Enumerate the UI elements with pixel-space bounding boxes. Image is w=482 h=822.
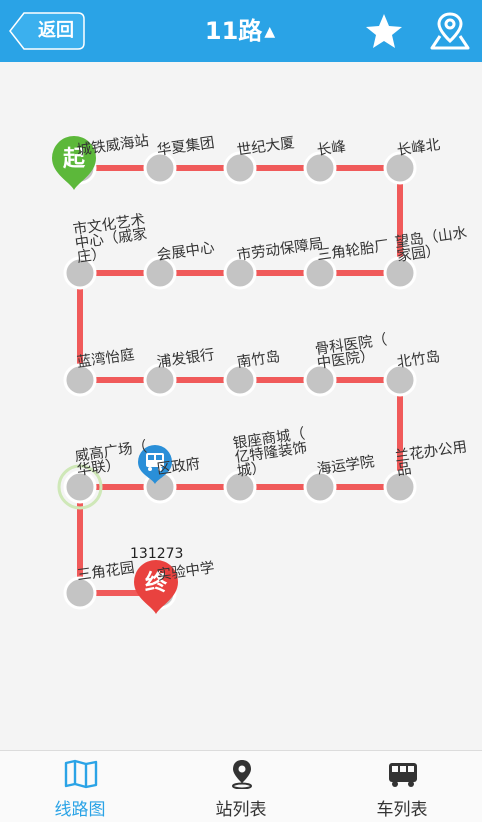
bus-number: 131273 — [130, 546, 184, 562]
bus-icon — [389, 763, 417, 787]
tab-route-map[interactable]: 线路图 — [0, 751, 160, 822]
tab-route-map-label: 线路图 — [54, 800, 106, 820]
top-nav-bar: 返回 11路 ▲ — [0, 0, 482, 62]
star-icon — [366, 14, 402, 48]
bottom-tab-bar: 线路图 站列表 车列表 — [0, 750, 482, 822]
location-pin-icon — [232, 760, 252, 789]
tab-bus-list-label: 车列表 — [376, 800, 428, 820]
tab-station-list-label: 站列表 — [215, 800, 267, 820]
tab-station-list[interactable]: 站列表 — [161, 751, 321, 822]
map-book-icon — [64, 759, 98, 789]
back-button[interactable]: 返回 — [8, 11, 86, 51]
route-diagram: 起终 — [52, 136, 417, 614]
tab-bus-list[interactable]: 车列表 — [322, 751, 482, 822]
route-title-text: 11路 — [204, 17, 263, 45]
dropdown-caret-icon: ▲ — [264, 24, 276, 40]
map-location-button[interactable] — [428, 10, 472, 52]
back-label: 返回 — [38, 20, 74, 41]
favorite-button[interactable] — [364, 12, 404, 50]
route-map[interactable]: 起终 城铁威海站 华夏集团 世纪大厦 长峰 长峰北 望岛（山水 家园） 三角轮胎厂 市劳动保障… — [0, 62, 482, 750]
map-pin-icon — [430, 12, 470, 50]
station-label: 长峰 — [315, 139, 347, 159]
route-title[interactable]: 11路 ▲ — [170, 0, 310, 62]
